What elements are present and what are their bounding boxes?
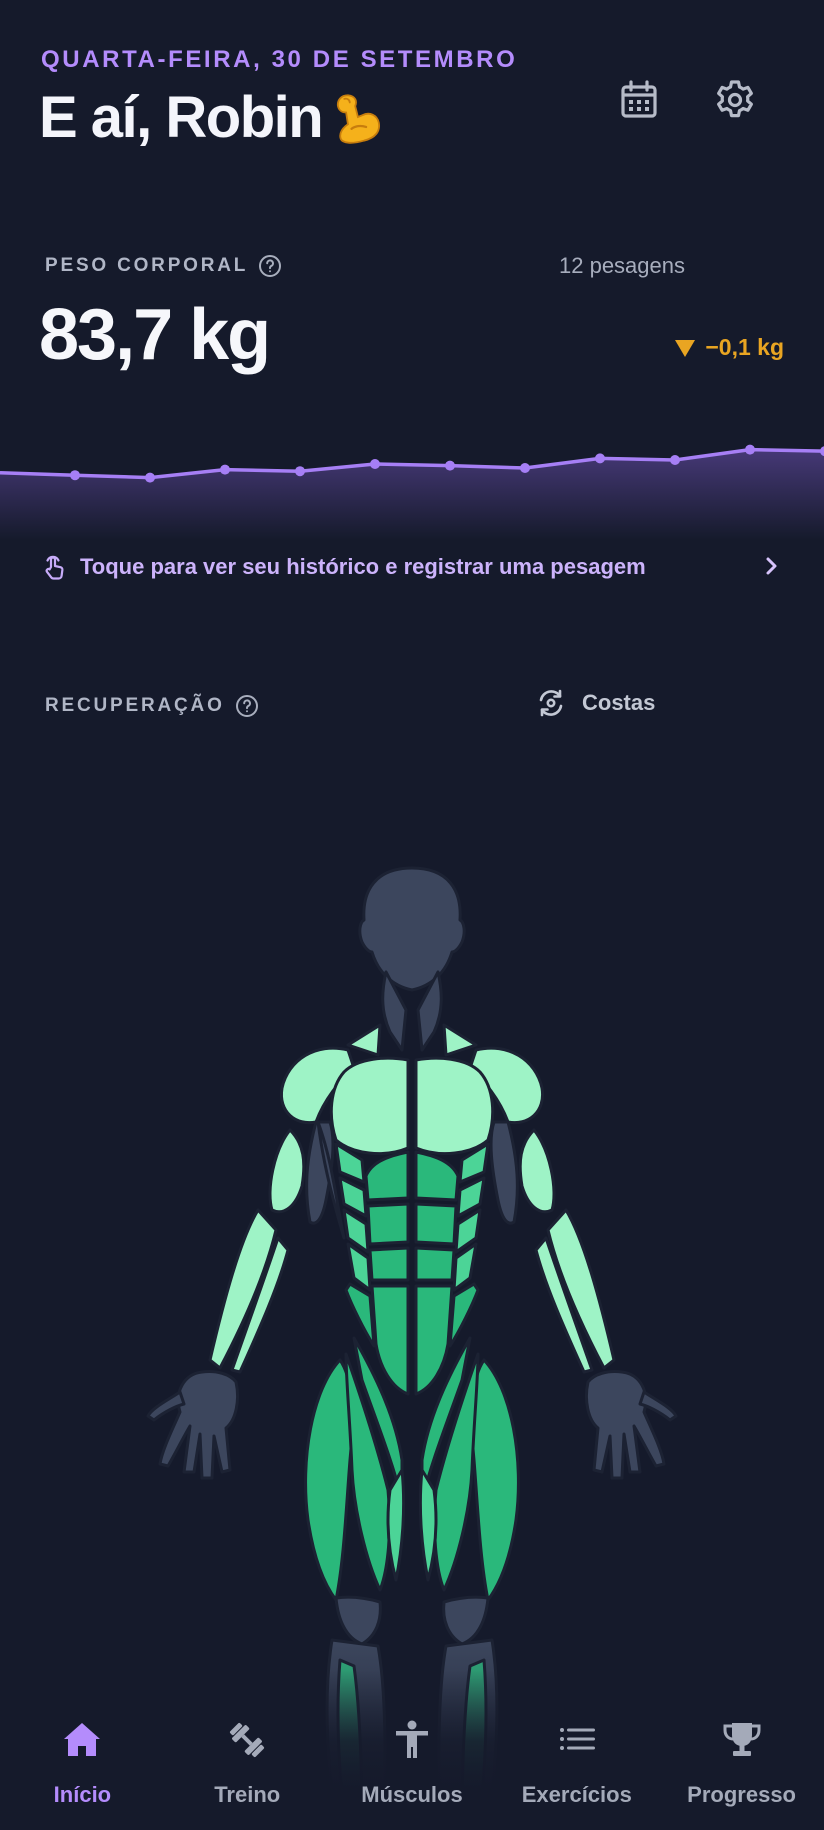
nav-item-workout[interactable]: Treino	[165, 1710, 330, 1830]
recovery-label: RECUPERAÇÃO	[45, 695, 225, 716]
adductor-left[interactable]	[386, 1468, 406, 1582]
oblique-right-lower[interactable]	[448, 1282, 480, 1348]
weight-trend-point	[220, 464, 230, 475]
hand-left	[158, 1370, 240, 1480]
weight-trend-point	[370, 459, 380, 469]
weight-delta: −0,1 kg	[674, 334, 784, 361]
abs-mid-right[interactable]	[414, 1202, 458, 1246]
person-icon	[395, 1720, 428, 1758]
nav-label: Progresso	[687, 1782, 796, 1807]
weight-history-link[interactable]: Toque para ver seu histórico e registrar…	[40, 551, 784, 583]
bottom-navigation: Início Treino Músculos Exercícios Progre…	[0, 1710, 824, 1830]
abs-mid-left[interactable]	[366, 1202, 410, 1246]
triceps-right-inner	[489, 1120, 519, 1225]
weight-trend-point	[445, 460, 455, 471]
weight-history-hint: Toque para ver seu histórico e registrar…	[80, 554, 646, 579]
body-view-toggle[interactable]: Costas	[536, 688, 655, 718]
nav-item-progress[interactable]: Progresso	[659, 1710, 824, 1830]
adductor-right[interactable]	[418, 1468, 438, 1582]
biceps-right[interactable]	[518, 1128, 556, 1214]
pectoral-left[interactable]	[329, 1056, 410, 1155]
triangle-down-icon	[675, 339, 696, 357]
trapezius-right[interactable]	[442, 1023, 478, 1057]
abs-lower-right[interactable]	[414, 1284, 454, 1396]
nav-item-muscles[interactable]: Músculos	[330, 1710, 495, 1830]
date-label: QUARTA-FEIRA, 30 DE SETEMBRO	[41, 46, 518, 73]
body-weight-value: 83,7 kg	[39, 295, 271, 375]
nav-label: Treino	[214, 1782, 281, 1807]
rotate-icon	[539, 689, 563, 717]
oblique-left-lower[interactable]	[344, 1282, 376, 1348]
calendar-icon	[621, 80, 657, 118]
body-weight-label: PESO CORPORAL	[45, 255, 249, 276]
nav-item-exercises[interactable]: Exercícios	[494, 1710, 659, 1830]
greeting-text: E aí, Robin	[39, 85, 324, 150]
list-icon	[559, 1728, 595, 1750]
trapezius-left[interactable]	[346, 1023, 382, 1057]
weight-trend-point	[145, 472, 155, 483]
weight-trend-point	[745, 444, 755, 455]
tap-hand-icon	[45, 555, 64, 580]
dumbbell-icon	[230, 1722, 265, 1758]
gear-icon	[717, 80, 753, 118]
weight-trend-point	[670, 455, 680, 465]
recovery-section-label: RECUPERAÇÃO	[45, 694, 259, 718]
flexed-biceps-icon	[337, 94, 381, 144]
nav-label: Músculos	[361, 1782, 463, 1807]
hand-right	[584, 1370, 666, 1480]
abs-upper-left[interactable]	[364, 1150, 410, 1202]
nav-label: Início	[53, 1782, 112, 1807]
body-weight-section-label: PESO CORPORAL	[45, 254, 282, 278]
head	[358, 866, 466, 992]
body-view-label: Costas	[582, 690, 656, 715]
nav-label: Exercícios	[521, 1782, 632, 1807]
trophy-icon	[723, 1723, 761, 1756]
greeting-title: E aí, Robin	[39, 84, 386, 151]
pectoral-right[interactable]	[414, 1056, 495, 1155]
weight-trend-point	[520, 463, 530, 473]
knee-right	[442, 1595, 490, 1646]
nav-item-home[interactable]: Início	[0, 1710, 165, 1830]
settings-button[interactable]	[707, 72, 763, 128]
weight-trend-chart[interactable]	[0, 400, 824, 540]
quad-left-outer[interactable]	[304, 1358, 354, 1602]
home-icon	[64, 1723, 101, 1756]
abs-low-left[interactable]	[368, 1246, 410, 1282]
help-icon[interactable]	[235, 694, 259, 718]
weight-delta-value: −0,1 kg	[705, 334, 784, 360]
knee-left	[334, 1595, 382, 1646]
weigh-in-count: 12 pesagens	[559, 253, 685, 278]
abs-lower-left[interactable]	[370, 1284, 410, 1396]
help-icon[interactable]	[258, 254, 282, 278]
weight-trend-point	[595, 453, 605, 464]
weight-trend-point	[70, 470, 80, 481]
quad-right-outer[interactable]	[470, 1358, 520, 1602]
chevron-right-icon	[766, 557, 777, 575]
calendar-button[interactable]	[611, 72, 667, 128]
biceps-left[interactable]	[268, 1128, 306, 1214]
abs-upper-right[interactable]	[414, 1150, 460, 1202]
weight-trend-point	[295, 466, 305, 477]
abs-low-right[interactable]	[414, 1246, 456, 1282]
